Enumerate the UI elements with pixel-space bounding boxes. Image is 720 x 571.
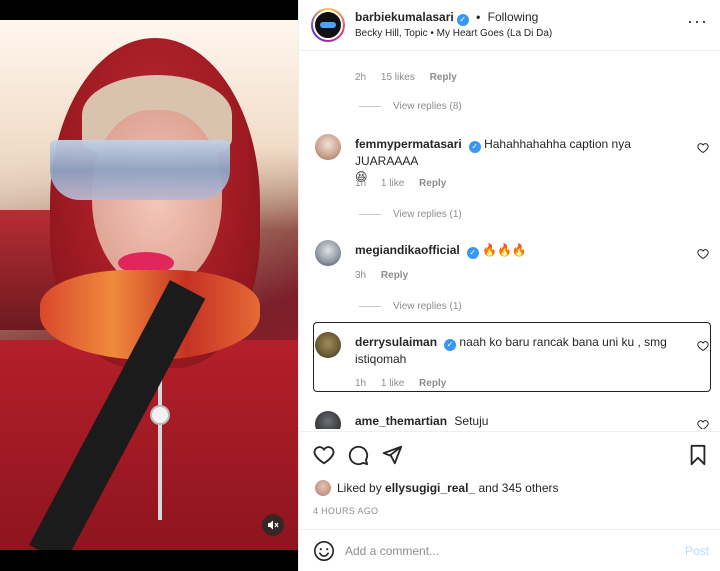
post-media[interactable] — [0, 0, 298, 571]
comment-text: 🔥🔥🔥 — [482, 243, 527, 257]
view-replies-button[interactable]: View replies (1) — [359, 209, 462, 220]
comment-meta: 3h Reply — [355, 270, 409, 281]
commenter-username[interactable]: ame_themartian — [355, 414, 447, 428]
reply-button[interactable]: Reply — [430, 72, 457, 83]
verified-badge-icon: ✓ — [456, 14, 469, 26]
likes-count[interactable]: and 345 others — [478, 481, 558, 495]
emoji-icon[interactable] — [313, 540, 335, 562]
comment-meta: 2h 15 likes Reply — [355, 72, 457, 83]
paper-plane-icon[interactable] — [381, 444, 403, 466]
commenter-username[interactable]: derrysulaiman — [355, 335, 437, 349]
view-replies-button[interactable]: View replies (1) — [359, 301, 462, 312]
view-replies-button[interactable]: View replies (8) — [359, 101, 462, 112]
commenter-avatar[interactable] — [315, 134, 341, 160]
speaker-muted-icon[interactable] — [262, 514, 284, 536]
more-options-icon[interactable]: ··· — [687, 12, 707, 34]
heart-icon[interactable] — [697, 142, 709, 154]
liker-username[interactable]: ellysugigi_real_ — [385, 481, 475, 495]
header-separator: • — [476, 10, 481, 24]
post-side-panel: barbiekumalasari ✓ • Following Becky Hill… — [298, 0, 720, 571]
verified-badge-icon: ✓ — [466, 247, 479, 259]
post-timestamp[interactable]: 4 HOURS AGO — [313, 506, 378, 516]
comment-meta: 1h 1 like Reply — [355, 378, 447, 389]
commenter-avatar[interactable] — [315, 240, 341, 266]
following-button[interactable]: Following — [488, 10, 539, 24]
commenter-avatar[interactable] — [315, 411, 341, 429]
commenter-username[interactable]: megiandikaofficial — [355, 243, 460, 257]
heart-icon[interactable] — [313, 444, 335, 466]
post-button[interactable]: Post — [685, 544, 709, 558]
action-bar — [299, 431, 720, 477]
music-info[interactable]: Becky Hill, Topic • My Heart Goes (La Di… — [355, 28, 552, 39]
liked-by: Liked by ellysugigi_real_ and 345 others — [315, 480, 559, 496]
add-comment-bar: Post — [299, 529, 720, 571]
comments-list[interactable]: 2h 15 likes Reply View replies (8) femmy… — [299, 52, 720, 429]
reply-button[interactable]: Reply — [419, 378, 446, 389]
post-header: barbiekumalasari ✓ • Following Becky Hill… — [299, 0, 720, 51]
heart-icon[interactable] — [697, 340, 709, 352]
post-photo — [0, 20, 298, 550]
commenter-username[interactable]: femmypermatasari — [355, 137, 462, 151]
comment-icon[interactable] — [347, 444, 369, 466]
heart-icon[interactable] — [697, 248, 709, 260]
reply-button[interactable]: Reply — [381, 270, 408, 281]
instagram-post-viewer: barbiekumalasari ✓ • Following Becky Hill… — [0, 0, 720, 571]
reply-button[interactable]: Reply — [419, 178, 446, 189]
comment-input[interactable] — [345, 540, 665, 562]
author-avatar[interactable] — [311, 8, 345, 42]
commenter-avatar[interactable] — [315, 332, 341, 358]
verified-badge-icon: ✓ — [468, 141, 481, 153]
liker-avatar[interactable] — [315, 480, 331, 496]
author-username[interactable]: barbiekumalasari — [355, 10, 454, 24]
comment-text: Setuju — [454, 414, 489, 428]
heart-icon[interactable] — [697, 419, 709, 429]
bookmark-icon[interactable] — [687, 444, 709, 466]
verified-badge-icon: ✓ — [444, 339, 457, 351]
comment-meta: 1h 1 like Reply — [355, 178, 447, 189]
